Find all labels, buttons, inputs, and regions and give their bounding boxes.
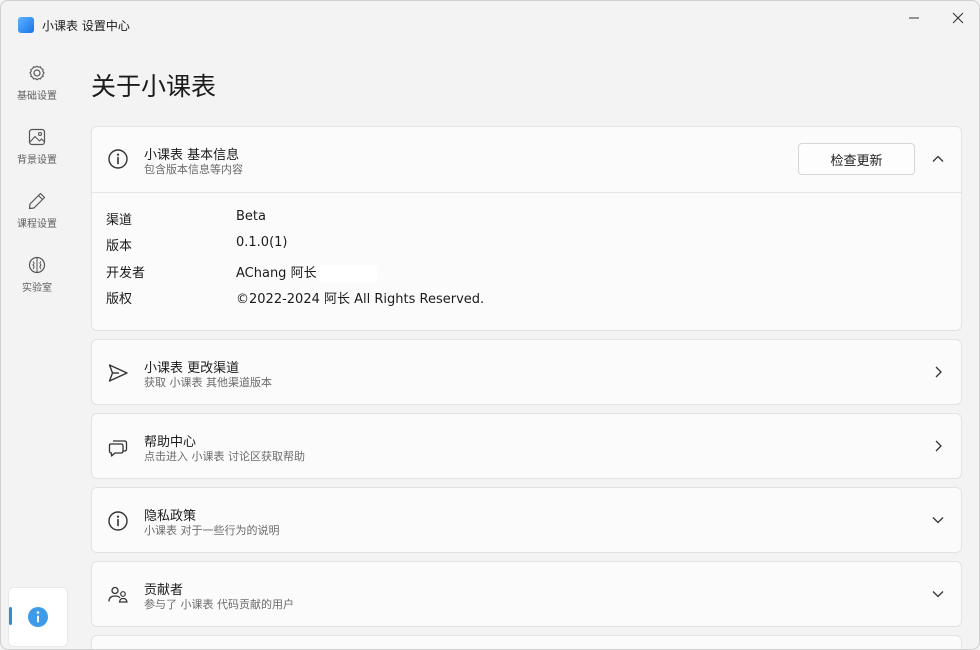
info-value-wrap: AChang 阿长 bbox=[236, 262, 756, 283]
info-value: ©2022-2024 阿长 All Rights Reserved. bbox=[236, 292, 485, 307]
minimize-icon bbox=[909, 17, 919, 19]
info-key: 开发者 bbox=[106, 266, 146, 281]
sidebar-item-label: 课程设置 bbox=[17, 219, 57, 230]
change-channel-card[interactable]: 小课表 更改渠道 获取 小课表 其他渠道版本 bbox=[91, 339, 962, 405]
card-subtitle: 获取 小课表 其他渠道版本 bbox=[144, 376, 272, 389]
info-key: 版权 bbox=[106, 292, 133, 307]
info-value: Beta bbox=[236, 209, 266, 224]
info-icon bbox=[108, 149, 128, 169]
chat-icon bbox=[108, 440, 128, 457]
window-title: 小课表 设置中心 bbox=[42, 19, 130, 33]
pen-icon bbox=[28, 192, 46, 210]
help-center-card[interactable]: 帮助中心 点击进入 小课表 讨论区获取帮助 bbox=[91, 413, 962, 479]
close-button[interactable] bbox=[935, 3, 979, 33]
page-title: 关于小课表 bbox=[91, 72, 217, 101]
next-card-partial bbox=[91, 635, 962, 649]
chevron-down-icon bbox=[932, 517, 944, 524]
title-bar: 小课表 设置中心 bbox=[1, 1, 979, 47]
card-subtitle: 点击进入 小课表 讨论区获取帮助 bbox=[144, 450, 305, 463]
info-value: 0.1.0(1) bbox=[236, 235, 288, 250]
sidebar-item-background-settings[interactable]: 背景设置 bbox=[5, 121, 69, 181]
card-subtitle: 包含版本信息等内容 bbox=[144, 163, 243, 176]
redacted-area bbox=[318, 264, 377, 283]
sidebar-item-about[interactable] bbox=[8, 587, 68, 647]
info-icon bbox=[108, 511, 128, 531]
contributors-card[interactable]: 贡献者 参与了 小课表 代码贡献的用户 bbox=[91, 561, 962, 627]
send-icon bbox=[108, 364, 128, 382]
chevron-up-icon[interactable] bbox=[930, 151, 946, 167]
sidebar-item-course-settings[interactable]: 课程设置 bbox=[5, 185, 69, 245]
sidebar-item-label: 实验室 bbox=[22, 283, 52, 294]
chevron-right-icon bbox=[935, 366, 942, 378]
sidebar-item-lab[interactable]: 实验室 bbox=[5, 249, 69, 309]
gear-icon bbox=[29, 65, 45, 81]
settings-window: 小课表 设置中心 基础设置 背景设置 课程设置 实验室 关于小课表 小课表 基本… bbox=[0, 0, 980, 650]
active-indicator bbox=[9, 607, 12, 625]
basic-info-header[interactable]: 小课表 基本信息 包含版本信息等内容 检查更新 bbox=[92, 127, 961, 193]
card-subtitle: 参与了 小课表 代码贡献的用户 bbox=[144, 598, 294, 611]
image-icon bbox=[28, 128, 46, 146]
info-key: 渠道 bbox=[106, 213, 133, 228]
chevron-down-icon bbox=[932, 591, 944, 598]
info-icon bbox=[28, 607, 48, 627]
sidebar-item-label: 背景设置 bbox=[17, 155, 57, 166]
info-value: AChang 阿长 bbox=[236, 266, 317, 281]
people-icon bbox=[108, 586, 128, 603]
card-subtitle: 小课表 对于一些行为的说明 bbox=[144, 524, 280, 537]
privacy-policy-card[interactable]: 隐私政策 小课表 对于一些行为的说明 bbox=[91, 487, 962, 553]
brain-icon bbox=[28, 256, 46, 274]
chevron-right-icon bbox=[935, 440, 942, 452]
minimize-button[interactable] bbox=[891, 3, 937, 33]
basic-info-card: 小课表 基本信息 包含版本信息等内容 检查更新 渠道 Beta 版本 0.1.0… bbox=[91, 126, 962, 331]
info-key: 版本 bbox=[106, 239, 133, 254]
sidebar-item-label: 基础设置 bbox=[17, 91, 57, 102]
sidebar-item-basic-settings[interactable]: 基础设置 bbox=[5, 57, 69, 117]
close-icon bbox=[952, 12, 964, 24]
check-update-button[interactable]: 检查更新 bbox=[798, 143, 915, 175]
app-icon bbox=[18, 17, 34, 33]
